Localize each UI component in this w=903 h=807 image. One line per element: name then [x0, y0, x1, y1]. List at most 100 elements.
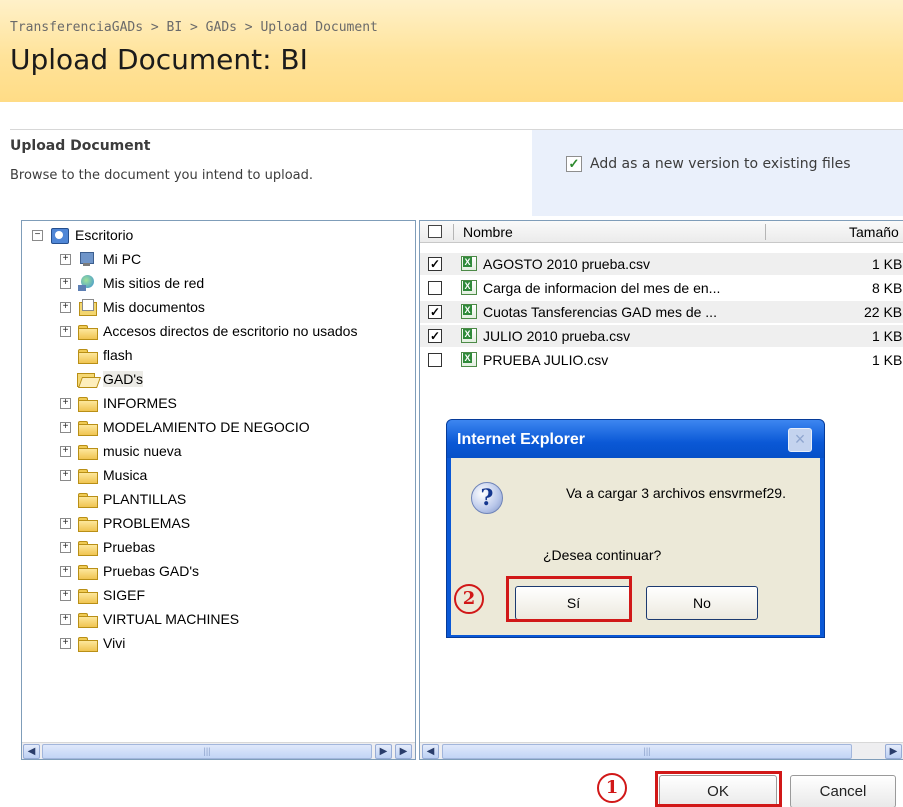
breadcrumb[interactable]: TransferenciaGADs > BI > GADs > Upload D…	[10, 20, 378, 35]
desktop-icon	[49, 227, 69, 244]
tree-item-label: PROBLEMAS	[103, 515, 191, 531]
file-row[interactable]: Carga de informacion del mes de en... 8 …	[420, 277, 903, 299]
tree-item-label: PLANTILLAS	[103, 491, 187, 507]
tree-item-label: SIGEF	[103, 587, 146, 603]
expand-icon[interactable]: +	[60, 325, 71, 337]
tree-item-problemas[interactable]: + PROBLEMAS	[60, 513, 190, 533]
tree-item-music-nueva[interactable]: + music nueva	[60, 441, 182, 461]
yes-button[interactable]: Sí	[515, 586, 632, 620]
tree-item-label: INFORMES	[103, 395, 177, 411]
collapse-icon[interactable]: −	[32, 229, 43, 241]
expand-icon[interactable]: +	[60, 613, 71, 625]
expand-icon[interactable]: +	[60, 397, 71, 409]
file-checkbox[interactable]: ✓	[428, 257, 442, 271]
tree-item-escritorio[interactable]: − Escritorio	[32, 225, 133, 245]
tree-item-pruebas[interactable]: + Pruebas	[60, 537, 155, 557]
dialog-titlebar[interactable]: Internet Explorer ×	[447, 420, 824, 458]
section-title: Upload Document	[10, 138, 151, 154]
tree-item-mis-documentos[interactable]: + Mis documentos	[60, 297, 205, 317]
scroll-left-icon[interactable]: ◀	[23, 744, 40, 759]
scroll-thumb[interactable]: |||	[442, 744, 852, 759]
expand-icon[interactable]: +	[60, 589, 71, 601]
tree-item-virtual-machines[interactable]: + VIRTUAL MACHINES	[60, 609, 239, 629]
tree-item-pruebas-gads[interactable]: + Pruebas GAD's	[60, 561, 199, 581]
scroll-right-icon[interactable]: ▶	[375, 744, 392, 759]
expand-icon[interactable]: +	[60, 421, 71, 433]
file-list-header: Nombre Tamaño	[420, 221, 903, 243]
file-size: 1 KB	[872, 256, 903, 272]
file-size: 22 KB	[864, 304, 903, 320]
scroll-left-icon[interactable]: ◀	[422, 744, 439, 759]
folder-icon	[77, 587, 98, 604]
file-checkbox[interactable]	[428, 353, 442, 367]
tree-item-vivi[interactable]: + Vivi	[60, 633, 125, 653]
file-horizontal-scrollbar[interactable]: ◀ ||| ▶	[420, 742, 903, 759]
tree-item-mis-sitios-de-red[interactable]: + Mis sitios de red	[60, 273, 204, 293]
tree-item-label: VIRTUAL MACHINES	[103, 611, 240, 627]
excel-file-icon	[461, 256, 477, 271]
file-checkbox[interactable]: ✓	[428, 329, 442, 343]
excel-file-icon	[461, 304, 477, 319]
expand-icon[interactable]: +	[60, 469, 71, 481]
file-size: 1 KB	[872, 352, 903, 368]
close-icon[interactable]: ×	[788, 428, 812, 452]
tree-item-label: Mi PC	[103, 251, 142, 267]
expand-icon[interactable]: +	[60, 637, 71, 649]
no-button[interactable]: No	[646, 586, 758, 620]
folder-icon	[77, 467, 98, 484]
file-checkbox[interactable]: ✓	[428, 305, 442, 319]
tree-item-mi-pc[interactable]: + Mi PC	[60, 249, 141, 269]
expand-icon[interactable]: +	[60, 301, 71, 313]
expand-icon[interactable]: +	[60, 277, 71, 289]
tree-item-informes[interactable]: + INFORMES	[60, 393, 177, 413]
tree-item-label: Mis sitios de red	[103, 275, 205, 291]
tree-item-flash[interactable]: flash	[60, 345, 133, 365]
tree-item-label: Vivi	[103, 635, 126, 651]
expand-icon[interactable]: +	[60, 565, 71, 577]
file-checkbox[interactable]	[428, 281, 442, 295]
file-row[interactable]: PRUEBA JULIO.csv 1 KB	[420, 349, 903, 371]
ok-button[interactable]: OK	[659, 775, 777, 807]
add-version-checkbox[interactable]: ✓	[566, 156, 582, 172]
folder-icon	[77, 323, 98, 340]
cancel-button[interactable]: Cancel	[790, 775, 896, 807]
section-description: Browse to the document you intend to upl…	[10, 168, 314, 183]
tree-item-gads[interactable]: GAD's	[60, 369, 144, 389]
expand-icon[interactable]: +	[60, 517, 71, 529]
step-2-marker: 2	[454, 584, 484, 614]
computer-icon	[77, 251, 97, 267]
expand-icon[interactable]: +	[60, 541, 71, 553]
scroll-right-icon[interactable]: ▶	[395, 744, 412, 759]
tree-item-musica[interactable]: + Musica	[60, 465, 147, 485]
select-all-checkbox[interactable]	[428, 225, 442, 238]
documents-folder-icon	[77, 299, 97, 316]
tree-item-modelamiento[interactable]: + MODELAMIENTO DE NEGOCIO	[60, 417, 310, 437]
tree-horizontal-scrollbar[interactable]: ◀ ||| ▶ ▶	[22, 742, 415, 759]
folder-icon	[77, 443, 98, 460]
tree-item-label: Accesos directos de escritorio no usados	[103, 323, 358, 339]
scroll-right-icon[interactable]: ▶	[885, 744, 902, 759]
dialog-title: Internet Explorer	[457, 431, 586, 448]
expand-icon[interactable]: +	[60, 253, 71, 265]
tree-item-plantillas[interactable]: PLANTILLAS	[60, 489, 186, 509]
tree-item-sigef[interactable]: + SIGEF	[60, 585, 145, 605]
step-1-marker: 1	[597, 773, 627, 803]
tree-item-label: Musica	[103, 467, 148, 483]
tree-item-label: Escritorio	[75, 227, 134, 243]
file-name: AGOSTO 2010 prueba.csv	[483, 256, 651, 272]
column-header-name[interactable]: Nombre	[463, 224, 513, 240]
tree-item-label: GAD's	[103, 371, 144, 387]
scroll-thumb[interactable]: |||	[42, 744, 372, 759]
file-name: Cuotas Tansferencias GAD mes de ...	[483, 304, 717, 320]
file-row[interactable]: ✓ AGOSTO 2010 prueba.csv 1 KB	[420, 253, 903, 275]
column-header-size[interactable]: Tamaño	[849, 224, 899, 240]
expand-icon[interactable]: +	[60, 445, 71, 457]
tree-item-accesos-directos[interactable]: + Accesos directos de escritorio no usad…	[60, 321, 357, 341]
open-folder-icon	[77, 371, 97, 387]
file-row[interactable]: ✓ JULIO 2010 prueba.csv 1 KB	[420, 325, 903, 347]
tree-item-label: Pruebas	[103, 539, 156, 555]
tree-item-label: music nueva	[103, 443, 182, 459]
folder-tree[interactable]: − Escritorio + Mi PC + Mis sitios de red…	[21, 220, 416, 760]
confirm-dialog: Internet Explorer × ? Va a cargar 3 arch…	[446, 419, 825, 638]
file-row[interactable]: ✓ Cuotas Tansferencias GAD mes de ... 22…	[420, 301, 903, 323]
